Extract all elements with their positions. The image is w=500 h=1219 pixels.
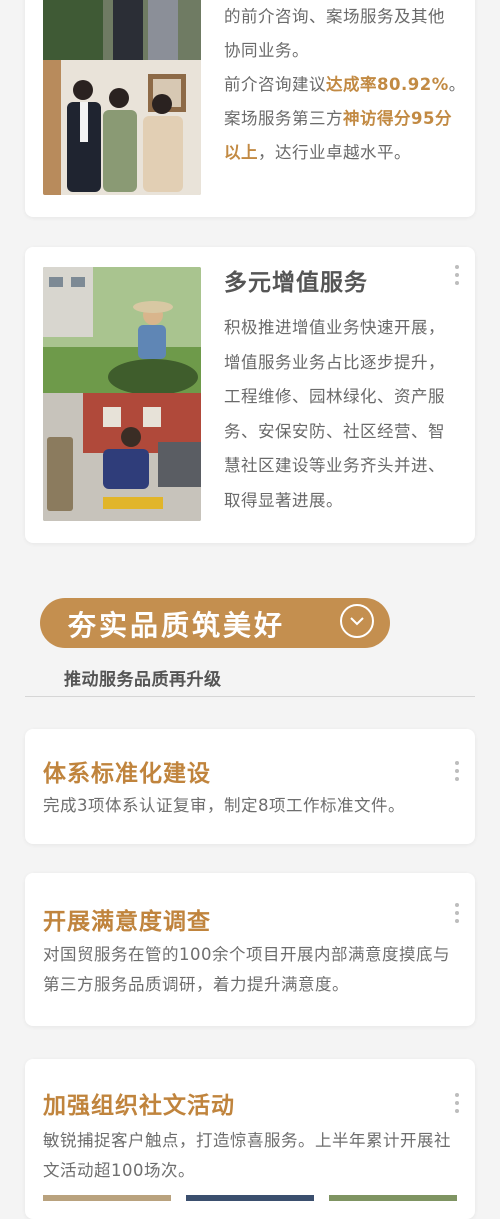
card1-text-line4: 案场服务第三方神访得分95分	[224, 102, 452, 136]
card1-text-line5: 以上，达行业卓越水平。	[224, 136, 411, 170]
satisfaction-survey-title: 开展满意度调查	[43, 909, 211, 935]
card1-line5-suffix: ，达行业卓越水平。	[258, 143, 411, 162]
community-activity-title: 加强组织社文活动	[43, 1093, 235, 1119]
achievement-rate-highlight: 达成率80.92%	[326, 75, 449, 94]
staff-team-photo	[43, 0, 201, 195]
more-options-icon[interactable]	[454, 761, 460, 785]
card1-text-line2: 协同业务。	[224, 41, 309, 60]
card1-line4-prefix: 案场服务第三方	[224, 109, 343, 128]
card1-line5-highlight: 以上	[224, 143, 258, 162]
section-banner-title: 夯实品质筑美好	[68, 609, 286, 642]
staff-photo-illustration	[43, 0, 201, 195]
section-banner[interactable]: 夯实品质筑美好	[40, 598, 390, 648]
satisfaction-survey-card: 开展满意度调查 对国贸服务在管的100余个项目开展内部满意度摸底与第三方服务品质…	[25, 873, 475, 1026]
card1-text-line1: 的前介咨询、案场服务及其他	[224, 7, 445, 26]
card1-line3-suffix: 。	[448, 75, 466, 94]
activity-photo	[329, 1195, 457, 1201]
community-activity-desc: 敏锐捕捉客户触点，打造惊喜服务。上半年累计开展社文活动超100场次。	[43, 1131, 451, 1180]
activity-photo	[43, 1195, 171, 1201]
value-added-service-photo	[43, 267, 201, 521]
activity-photo-strip	[43, 1195, 457, 1201]
card2-title: 多元增值服务	[224, 270, 368, 296]
gardening-repair-illustration	[43, 267, 201, 521]
more-options-icon[interactable]	[454, 1093, 460, 1117]
card1-text-line3: 前介咨询建议达成率80.92%。	[224, 68, 466, 102]
section-subtitle: 推动服务品质再升级	[64, 670, 222, 690]
service-card-consulting: 的前介咨询、案场服务及其他 协同业务。 前介咨询建议达成率80.92%。 案场服…	[25, 0, 475, 217]
community-activity-card: 加强组织社文活动 敏锐捕捉客户触点，打造惊喜服务。上半年累计开展社文活动超100…	[25, 1059, 475, 1219]
card1-line3-prefix: 前介咨询建议	[224, 75, 326, 94]
expand-chevron-icon[interactable]	[340, 604, 374, 638]
chevron-down-icon	[350, 617, 364, 626]
value-added-service-card: 多元增值服务 积极推进增值业务快速开展，增值服务业务占比逐步提升，工程维修、园林…	[25, 247, 475, 543]
card2-body: 积极推进增值业务快速开展，增值服务业务占比逐步提升，工程维修、园林绿化、资产服务…	[224, 318, 445, 510]
score-highlight: 神访得分95分	[343, 109, 452, 128]
more-options-icon[interactable]	[454, 265, 460, 289]
section-divider	[25, 696, 475, 697]
standardization-desc: 完成3项体系认证复审，制定8项工作标准文件。	[43, 796, 405, 815]
standardization-title: 体系标准化建设	[43, 761, 211, 787]
activity-photo	[186, 1195, 314, 1201]
satisfaction-survey-desc: 对国贸服务在管的100余个项目开展内部满意度摸底与第三方服务品质调研，着力提升满…	[43, 945, 450, 994]
more-options-icon[interactable]	[454, 903, 460, 927]
standardization-card: 体系标准化建设 完成3项体系认证复审，制定8项工作标准文件。	[25, 729, 475, 844]
